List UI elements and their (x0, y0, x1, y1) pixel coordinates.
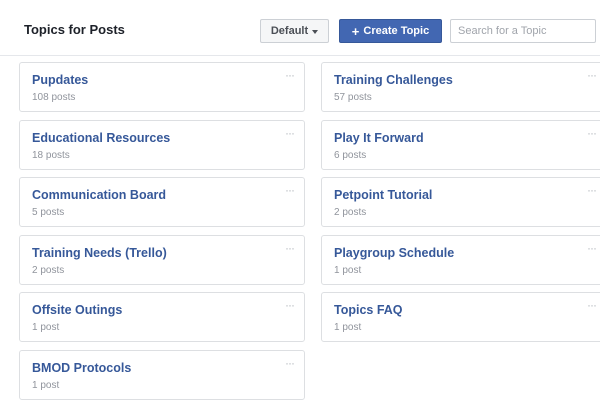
topic-card[interactable]: Petpoint Tutorial 2 posts ··· (321, 177, 600, 227)
topic-name[interactable]: Training Needs (Trello) (32, 246, 167, 260)
more-options-icon[interactable]: ··· (285, 299, 295, 311)
plus-icon: + (351, 23, 360, 39)
topics-header: Topics for Posts Default + Create Topic (0, 0, 600, 56)
topic-post-count: 5 posts (32, 207, 65, 218)
topics-column-right: Training Challenges 57 posts ··· Play It… (321, 62, 600, 350)
topic-post-count: 1 post (334, 264, 362, 276)
topic-card[interactable]: Topics FAQ 1 post ··· (321, 292, 600, 342)
topic-post-count: 1 post (334, 322, 362, 333)
create-topic-label: Create Topic (363, 25, 430, 37)
topic-card[interactable]: Pupdates 108 posts ··· (19, 62, 305, 112)
more-options-icon[interactable]: ··· (587, 69, 597, 81)
topic-name[interactable]: Play It Forward (334, 131, 424, 145)
sort-dropdown-label: Default (270, 25, 309, 37)
topic-card[interactable]: Training Challenges 57 posts ··· (321, 62, 600, 112)
topic-post-count: 1 post (32, 379, 60, 391)
topic-card[interactable]: Playgroup Schedule 1 post ··· (321, 234, 600, 285)
topic-card[interactable]: Educational Resources 18 posts ··· (19, 119, 305, 170)
more-options-icon[interactable]: ··· (587, 184, 597, 196)
topic-post-count: 2 posts (32, 264, 65, 276)
topic-card[interactable]: BMOD Protocols 1 post ··· (19, 349, 305, 400)
topic-name[interactable]: BMOD Protocols (32, 361, 131, 375)
create-topic-button[interactable]: + Create Topic (339, 19, 442, 43)
topic-name[interactable]: Playgroup Schedule (334, 246, 454, 260)
topic-post-count: 57 posts (334, 92, 372, 103)
topic-name[interactable]: Pupdates (32, 73, 88, 87)
topics-column-left: Pupdates 108 posts ··· Educational Resou… (19, 62, 305, 400)
topic-card[interactable]: Communication Board 5 posts ··· (19, 177, 305, 227)
sort-dropdown[interactable]: Default (260, 19, 329, 43)
topic-name[interactable]: Communication Board (32, 188, 166, 202)
topic-post-count: 1 post (32, 322, 60, 333)
more-options-icon[interactable]: ··· (587, 299, 597, 311)
topic-post-count: 6 posts (334, 149, 367, 161)
more-options-icon[interactable]: ··· (285, 242, 295, 254)
page-title: Topics for Posts (24, 22, 125, 37)
topic-post-count: 2 posts (334, 207, 367, 218)
search-topic-input[interactable] (450, 19, 596, 43)
topic-card[interactable]: Training Needs (Trello) 2 posts ··· (19, 234, 305, 285)
more-options-icon[interactable]: ··· (285, 184, 295, 196)
topic-name[interactable]: Educational Resources (32, 131, 170, 145)
more-options-icon[interactable]: ··· (285, 127, 295, 139)
more-options-icon[interactable]: ··· (587, 127, 597, 139)
topic-name[interactable]: Offsite Outings (32, 303, 122, 317)
topic-post-count: 108 posts (32, 92, 76, 103)
more-options-icon[interactable]: ··· (587, 242, 597, 254)
more-options-icon[interactable]: ··· (285, 357, 295, 369)
topic-name[interactable]: Training Challenges (334, 73, 453, 87)
topic-card[interactable]: Offsite Outings 1 post ··· (19, 292, 305, 342)
topic-name[interactable]: Petpoint Tutorial (334, 188, 432, 202)
topic-card[interactable]: Play It Forward 6 posts ··· (321, 119, 600, 170)
topic-name[interactable]: Topics FAQ (334, 303, 403, 317)
topic-post-count: 18 posts (32, 149, 70, 161)
more-options-icon[interactable]: ··· (285, 69, 295, 81)
caret-down-icon (312, 29, 319, 34)
